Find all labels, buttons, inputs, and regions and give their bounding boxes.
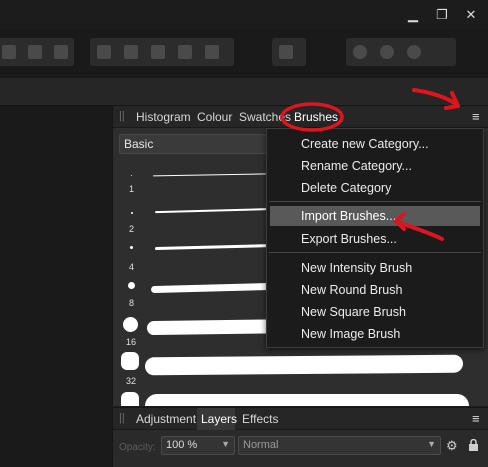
minimize-icon: ▁ [408, 7, 418, 22]
tab-adjustment[interactable]: Adjustment [136, 412, 196, 426]
chevron-down-icon: ▼ [221, 439, 230, 449]
brush-size-label: 1 [129, 184, 135, 194]
toolbar-group-geometry [346, 38, 456, 66]
geometry-icon [379, 45, 394, 59]
toolbar-button[interactable] [22, 38, 48, 66]
toolbar-button[interactable] [0, 38, 22, 66]
brush-tip-preview [130, 246, 133, 249]
tab-histogram[interactable]: Histogram [136, 110, 191, 124]
toolbar-button[interactable] [400, 38, 427, 66]
menu-item-rename-category[interactable]: Rename Category... [267, 156, 483, 176]
arrange-icon [96, 45, 111, 59]
brush-size-label: 16 [126, 337, 137, 347]
brush-tip-preview [121, 392, 139, 406]
layers-panel-tab-bar: || Adjustment Layers Effects ≡ [113, 408, 488, 430]
toolbar-button[interactable] [171, 38, 198, 66]
geometry-icon [406, 45, 421, 59]
toolbar-button[interactable] [346, 38, 373, 66]
close-button[interactable]: ✕ [460, 4, 482, 26]
blend-mode-select[interactable]: Normal ▼ [238, 436, 441, 455]
toolbar-group-boolean [0, 38, 74, 66]
minimize-button[interactable]: ▁ [402, 4, 424, 26]
menu-item-new-square-brush[interactable]: New Square Brush [267, 302, 483, 322]
arrange-icon [123, 45, 138, 59]
brush-stroke-preview[interactable] [144, 354, 464, 376]
brush-size-label: 2 [129, 224, 135, 234]
menu-item-delete-category[interactable]: Delete Category [267, 178, 483, 198]
toolbar-group-arrange [90, 38, 234, 66]
restore-icon: ❐ [436, 7, 448, 22]
brushes-panel-menu: Create new Category... Rename Category..… [266, 128, 484, 348]
blend-mode-value: Normal [243, 439, 279, 451]
panel-menu-icon[interactable]: ≡ [472, 411, 480, 426]
menu-item-new-intensity-brush[interactable]: New Intensity Brush [267, 258, 483, 278]
shape-icon [54, 45, 68, 59]
panel-grip-icon[interactable]: || [119, 110, 125, 122]
toolbar-button[interactable] [144, 38, 171, 66]
toolbar-group-align [272, 38, 306, 66]
menu-item-export-brushes[interactable]: Export Brushes... [267, 229, 483, 249]
chevron-down-icon: ▼ [427, 439, 436, 449]
brush-tip-preview [131, 175, 132, 176]
canvas-area[interactable] [0, 106, 112, 467]
gear-icon[interactable]: ⚙ [446, 438, 458, 454]
menu-item-import-brushes[interactable]: Import Brushes... [270, 206, 480, 226]
menu-item-create-category[interactable]: Create new Category... [267, 134, 483, 154]
menu-item-new-round-brush[interactable]: New Round Brush [267, 280, 483, 300]
tab-brushes[interactable]: Brushes [294, 110, 338, 124]
align-icon [278, 45, 293, 59]
title-bar: ▁ ❐ ✕ [0, 0, 488, 30]
toolbar-button[interactable] [48, 38, 74, 66]
lock-icon[interactable] [469, 438, 478, 451]
opacity-label: Opacity: [119, 442, 156, 453]
brush-tip-preview [123, 317, 138, 332]
menu-item-new-image-brush[interactable]: New Image Brush [267, 324, 483, 344]
panel-menu-icon[interactable]: ≡ [472, 109, 480, 124]
brush-size-label: 8 [129, 298, 135, 308]
panel-tab-bar: || Histogram Colour Swatches Brushes ≡ [113, 106, 488, 128]
brush-size-label: 32 [126, 376, 137, 386]
brush-tip-preview [128, 282, 135, 289]
brush-tip-preview [131, 212, 133, 214]
category-select[interactable]: Basic [119, 134, 269, 154]
opacity-select[interactable]: 100 % ▼ [161, 436, 235, 455]
tab-swatches[interactable]: Swatches [239, 110, 291, 124]
toolbar-button[interactable] [272, 38, 299, 66]
shape-icon [28, 45, 42, 59]
layers-panel: || Adjustment Layers Effects ≡ Opacity: … [112, 407, 488, 467]
opacity-value: 100 % [166, 439, 198, 451]
restore-button[interactable]: ❐ [431, 4, 453, 26]
tab-colour[interactable]: Colour [197, 110, 232, 124]
tab-layers[interactable]: Layers [201, 412, 237, 426]
shape-icon [2, 45, 16, 59]
menu-separator [269, 252, 481, 253]
main-toolbar [0, 30, 488, 78]
toolbar-button[interactable] [117, 38, 144, 66]
arrange-icon [204, 45, 219, 59]
brush-size-label: 4 [129, 262, 135, 272]
close-icon: ✕ [465, 7, 477, 22]
toolbar-button[interactable] [198, 38, 225, 66]
toolbar-button[interactable] [90, 38, 117, 66]
geometry-icon [352, 45, 367, 59]
context-toolbar [0, 78, 488, 106]
category-select-value: Basic [124, 137, 154, 151]
toolbar-button[interactable] [373, 38, 400, 66]
arrange-icon [177, 45, 192, 59]
arrange-icon [150, 45, 165, 59]
brush-stroke-preview[interactable] [145, 394, 469, 406]
brush-tip-preview [121, 352, 139, 370]
tab-effects[interactable]: Effects [242, 412, 278, 426]
menu-separator [269, 201, 481, 202]
panel-grip-icon[interactable]: || [119, 412, 125, 424]
